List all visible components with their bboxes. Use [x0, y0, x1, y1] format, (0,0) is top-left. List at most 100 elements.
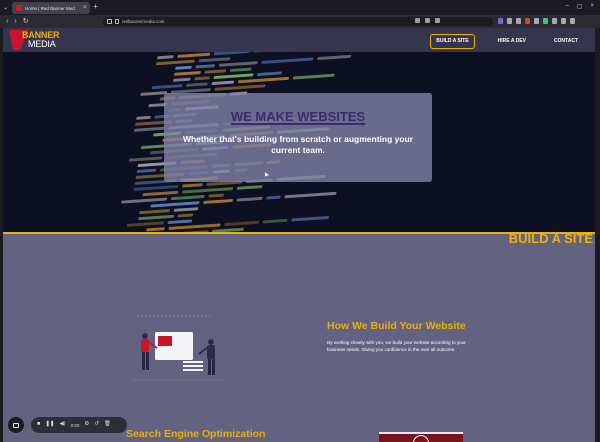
code-line-fragment	[262, 218, 288, 224]
code-line-fragment	[204, 69, 227, 74]
address-bar-icons	[415, 18, 440, 23]
code-line-fragment	[236, 185, 263, 190]
how-body: By working closely with you, we build yo…	[327, 340, 466, 353]
code-line-fragment	[138, 214, 175, 221]
back-button[interactable]: ‹	[6, 18, 8, 25]
code-line-fragment	[203, 198, 234, 204]
tab-strip: ⌄ Home | Red Banner Med × + – ▢ ×	[0, 0, 600, 15]
code-line-fragment	[151, 84, 183, 90]
stop-icon[interactable]: ■	[37, 422, 40, 428]
camera-icon	[13, 422, 19, 428]
recorder-camera-button[interactable]	[8, 417, 24, 433]
magnifier-icon	[413, 435, 429, 442]
code-line-fragment	[224, 220, 260, 227]
url-text[interactable]: redbannermedia.com	[122, 19, 165, 24]
seo-image	[379, 432, 463, 442]
extension-icon[interactable]	[543, 18, 548, 24]
shield-icon[interactable]	[107, 19, 112, 24]
browser-toolbar: ‹ › ↻ redbannermedia.com	[0, 15, 600, 28]
site-favicon-icon	[16, 5, 22, 11]
menu-icon[interactable]	[570, 18, 575, 24]
code-line-fragment	[211, 80, 235, 86]
code-line-fragment	[229, 67, 252, 73]
pause-icon[interactable]: ❚❚	[45, 422, 54, 428]
code-line-fragment	[213, 73, 254, 80]
code-line-fragment	[177, 52, 211, 58]
code-line-fragment	[218, 61, 258, 67]
code-line-fragment	[177, 213, 194, 218]
restart-icon[interactable]: ↺	[94, 422, 99, 428]
reload-button[interactable]: ↻	[23, 18, 29, 25]
team-illustration	[133, 315, 225, 381]
extension-icon[interactable]	[525, 18, 530, 24]
code-line-fragment	[236, 196, 263, 202]
code-line-fragment	[198, 57, 231, 63]
section-title: BUILD A SITE	[508, 231, 593, 246]
hero-heading: WE MAKE WEBSITES	[230, 109, 366, 124]
lock-icon[interactable]	[115, 19, 119, 24]
code-line-fragment	[266, 195, 281, 200]
code-line-fragment	[126, 221, 164, 227]
maximize-icon[interactable]: ▢	[577, 3, 583, 10]
code-line-fragment	[194, 76, 210, 81]
code-line-fragment	[195, 64, 216, 69]
code-line-fragment	[146, 227, 165, 232]
forward-button[interactable]: ›	[14, 18, 16, 25]
wallet-icon[interactable]	[561, 18, 566, 24]
how-title: How We Build Your Website	[327, 320, 466, 332]
share-icon[interactable]	[415, 18, 420, 23]
rewards-icon[interactable]	[435, 18, 440, 23]
hero-card: WE MAKE WEBSITES Whether that's building…	[164, 93, 432, 182]
code-line-fragment	[172, 77, 191, 82]
code-line-fragment	[186, 82, 208, 87]
code-line-fragment	[156, 55, 174, 60]
code-line-fragment	[237, 76, 290, 84]
hero-subheading: Whether that's building from scratch or …	[182, 134, 414, 155]
code-line-fragment	[208, 193, 225, 198]
code-line-fragment	[214, 84, 266, 91]
code-line-fragment	[128, 156, 163, 162]
code-line-fragment	[284, 191, 337, 199]
nav-contact[interactable]: CONTACT	[549, 35, 583, 48]
site-header: BANNER MEDIA BUILD A SITE HIRE A DEV CON…	[3, 28, 595, 52]
volume-icon[interactable]: ◀)	[60, 422, 66, 428]
code-line-fragment	[133, 184, 179, 191]
code-line-fragment	[136, 168, 157, 174]
code-line-fragment	[170, 194, 205, 201]
close-window-icon[interactable]: ×	[590, 3, 594, 10]
code-line-fragment	[136, 115, 151, 120]
extension-icon[interactable]	[534, 18, 539, 24]
code-line-fragment	[261, 57, 314, 64]
browser-tab[interactable]: Home | Red Banner Med ×	[12, 2, 90, 14]
extension-icon[interactable]	[498, 18, 503, 24]
code-line-fragment	[182, 183, 203, 188]
browser-window: ⌄ Home | Red Banner Med × + – ▢ × ‹ › ↻ …	[0, 0, 600, 442]
recorder-controls: ■ ❚❚ ◀) 0:00 ⚙ ↺ 🗑	[31, 417, 127, 433]
new-tab-button[interactable]: +	[93, 3, 98, 11]
tab-list-button[interactable]: ⌄	[3, 4, 8, 11]
delete-icon[interactable]: 🗑	[104, 422, 111, 428]
window-controls: – ▢ ×	[565, 3, 594, 10]
extension-icon[interactable]	[516, 18, 521, 24]
nav-hire-a-dev[interactable]: HIRE A DEV	[493, 35, 531, 48]
code-line-fragment	[142, 190, 179, 197]
extension-icon[interactable]	[507, 18, 512, 24]
minimize-icon[interactable]: –	[565, 3, 568, 10]
code-line-fragment	[175, 65, 192, 70]
extension-icons	[498, 18, 575, 24]
sidebar-icon[interactable]	[552, 18, 557, 24]
code-line-fragment	[155, 59, 195, 66]
web-page: BANNER MEDIA BUILD A SITE HIRE A DEV CON…	[3, 28, 595, 442]
site-logo[interactable]: BANNER MEDIA	[9, 30, 61, 52]
section-divider	[3, 232, 595, 234]
code-line-fragment	[139, 209, 171, 215]
code-line-fragment	[133, 126, 165, 132]
brave-shield-icon[interactable]	[425, 18, 430, 23]
close-tab-icon[interactable]: ×	[83, 5, 87, 11]
nav-build-a-site[interactable]: BUILD A SITE	[430, 34, 475, 49]
settings-icon[interactable]: ⚙	[84, 422, 89, 428]
code-line-fragment	[181, 187, 234, 194]
code-line-fragment	[257, 71, 283, 77]
tab-title: Home | Red Banner Med	[25, 5, 75, 11]
seo-title: Search Engine Optimization	[126, 428, 266, 440]
